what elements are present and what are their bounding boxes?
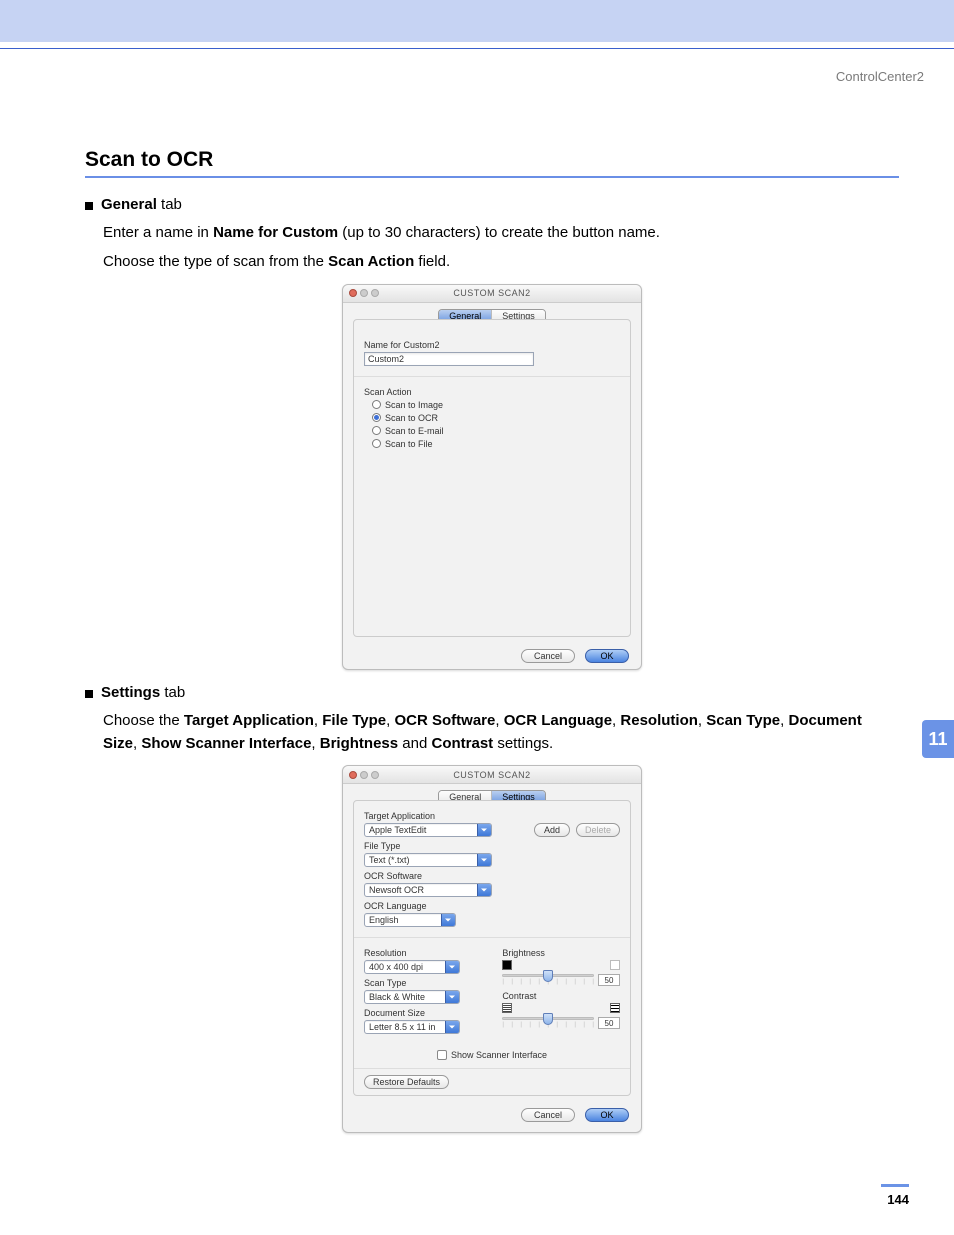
file-type-popup[interactable]: Text (*.txt) — [364, 853, 492, 867]
page-top-band — [0, 0, 954, 42]
brightness-max-icon — [610, 960, 620, 970]
resolution-popup[interactable]: 400 x 400 dpi — [364, 960, 460, 974]
chapter-tab: 11 — [922, 720, 954, 758]
resolution-label: Resolution — [364, 948, 484, 958]
settings-tab-label: Settings tab — [101, 684, 185, 701]
cancel-button[interactable]: Cancel — [521, 649, 575, 663]
radio-label: Scan to OCR — [385, 413, 438, 423]
file-type-label: File Type — [364, 841, 620, 851]
brightness-min-icon — [502, 960, 512, 970]
divider — [354, 376, 630, 377]
ocr-language-popup[interactable]: English — [364, 913, 456, 927]
scan-action-label: Scan Action — [364, 387, 620, 397]
brightness-value: 50 — [598, 974, 620, 986]
scan-type-label: Scan Type — [364, 978, 484, 988]
brightness-label: Brightness — [502, 948, 620, 958]
name-for-custom-input[interactable] — [364, 352, 534, 366]
add-button[interactable]: Add — [534, 823, 570, 837]
show-scanner-interface-label: Show Scanner Interface — [451, 1050, 547, 1060]
dialog-title: CUSTOM SCAN2 — [343, 770, 641, 780]
contrast-min-icon — [502, 1003, 512, 1013]
divider — [354, 937, 630, 938]
settings-line: Choose the Target Application, File Type… — [103, 709, 899, 756]
radio-scan-to-ocr[interactable]: Scan to OCR — [372, 413, 620, 423]
contrast-max-icon — [610, 1003, 620, 1013]
dialog-titlebar: CUSTOM SCAN2 — [343, 285, 641, 303]
radio-scan-to-email[interactable]: Scan to E-mail — [372, 426, 620, 436]
delete-button[interactable]: Delete — [576, 823, 620, 837]
radio-scan-to-image[interactable]: Scan to Image — [372, 400, 620, 410]
contrast-value: 50 — [598, 1017, 620, 1029]
radio-icon — [372, 439, 381, 448]
document-size-popup[interactable]: Letter 8.5 x 11 in — [364, 1020, 460, 1034]
name-for-custom-label: Name for Custom2 — [364, 340, 620, 350]
radio-label: Scan to File — [385, 439, 433, 449]
radio-label: Scan to Image — [385, 400, 443, 410]
general-line-2: Choose the type of scan from the Scan Ac… — [103, 250, 899, 273]
page-number: 144 — [887, 1192, 909, 1207]
custom-scan-general-dialog: CUSTOM SCAN2 General Settings Name for C… — [342, 284, 642, 670]
show-scanner-interface-checkbox[interactable] — [437, 1050, 447, 1060]
restore-defaults-button[interactable]: Restore Defaults — [364, 1075, 449, 1089]
section-heading: Scan to OCR — [85, 148, 899, 172]
divider — [354, 1068, 630, 1069]
target-application-popup[interactable]: Apple TextEdit — [364, 823, 492, 837]
target-application-label: Target Application — [364, 811, 620, 821]
contrast-label: Contrast — [502, 991, 620, 1001]
dialog-titlebar: CUSTOM SCAN2 — [343, 766, 641, 784]
contrast-slider[interactable] — [502, 1017, 594, 1020]
section-rule — [85, 176, 899, 178]
ocr-software-label: OCR Software — [364, 871, 620, 881]
cancel-button[interactable]: Cancel — [521, 1108, 575, 1122]
scan-type-popup[interactable]: Black & White — [364, 990, 460, 1004]
radio-icon — [372, 400, 381, 409]
slider-thumb-icon[interactable] — [543, 1013, 553, 1025]
ok-button[interactable]: OK — [585, 1108, 629, 1122]
bullet-icon — [85, 202, 93, 210]
radio-label: Scan to E-mail — [385, 426, 444, 436]
document-size-label: Document Size — [364, 1008, 484, 1018]
radio-scan-to-file[interactable]: Scan to File — [372, 439, 620, 449]
general-line-1: Enter a name in Name for Custom (up to 3… — [103, 221, 899, 244]
radio-icon — [372, 413, 381, 422]
ocr-software-popup[interactable]: Newsoft OCR — [364, 883, 492, 897]
general-tab-label: General tab — [101, 196, 182, 213]
breadcrumb: ControlCenter2 — [0, 69, 954, 84]
brightness-slider[interactable] — [502, 974, 594, 977]
ocr-language-label: OCR Language — [364, 901, 620, 911]
radio-icon — [372, 426, 381, 435]
slider-thumb-icon[interactable] — [543, 970, 553, 982]
dialog-title: CUSTOM SCAN2 — [343, 288, 641, 298]
custom-scan-settings-dialog: CUSTOM SCAN2 General Settings Target App… — [342, 765, 642, 1133]
page-top-rule — [0, 48, 954, 49]
ok-button[interactable]: OK — [585, 649, 629, 663]
page-number-rule — [881, 1184, 909, 1187]
bullet-icon — [85, 690, 93, 698]
